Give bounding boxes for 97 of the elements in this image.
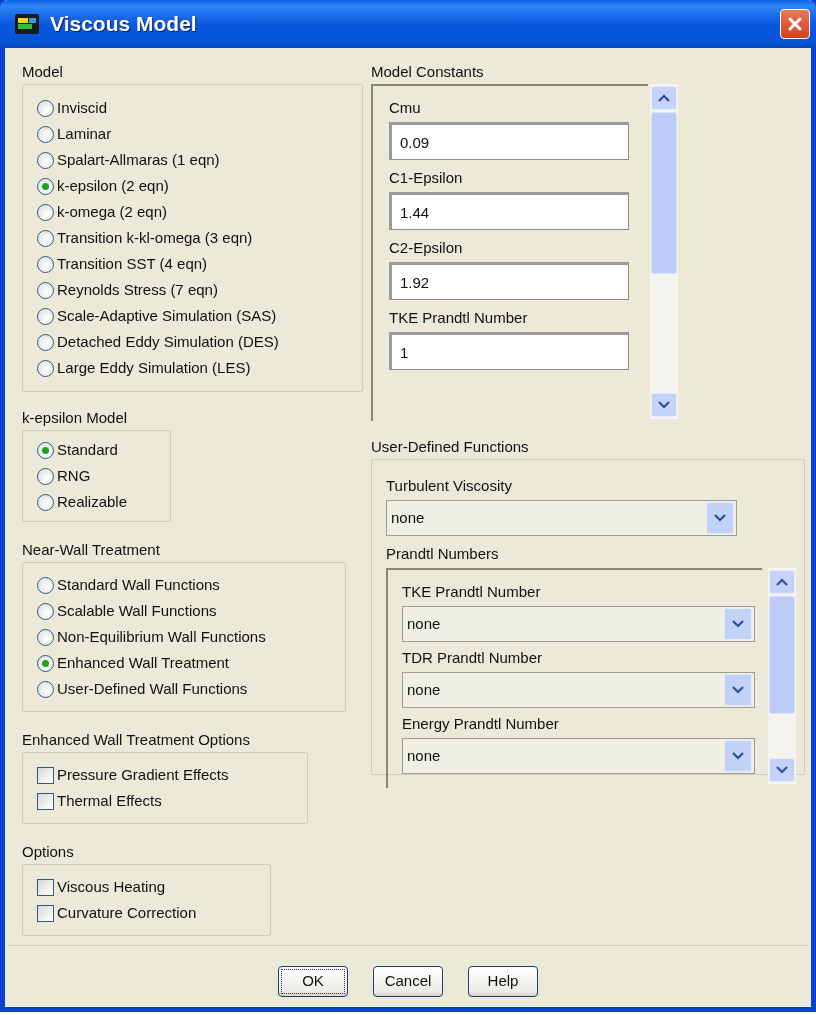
group-label: User-Defined Functions bbox=[371, 437, 530, 457]
text-field[interactable]: 1.44 bbox=[389, 192, 629, 230]
radio-button[interactable] bbox=[37, 99, 54, 117]
radio-button[interactable] bbox=[37, 177, 54, 195]
option-label: Detached Eddy Simulation (DES) bbox=[57, 331, 279, 352]
text-field[interactable]: 1.92 bbox=[389, 262, 629, 300]
option-label: Standard Wall Functions bbox=[57, 574, 220, 595]
scrollbar[interactable] bbox=[650, 84, 678, 419]
field-label: Cmu bbox=[389, 98, 422, 118]
radio-button[interactable] bbox=[37, 281, 54, 299]
group-label: Prandtl Numbers bbox=[386, 544, 500, 564]
radio-button[interactable] bbox=[37, 255, 54, 273]
checkbox[interactable] bbox=[37, 766, 54, 784]
chevron-down-icon bbox=[714, 514, 726, 522]
option-label: Pressure Gradient Effects bbox=[57, 764, 229, 785]
field-label: C2-Epsilon bbox=[389, 238, 464, 258]
radio-button[interactable] bbox=[37, 441, 54, 459]
group-label: Near-Wall Treatment bbox=[22, 540, 161, 560]
group-label: Model bbox=[22, 62, 64, 82]
option-label: k-omega (2 eqn) bbox=[57, 201, 168, 222]
radio-button[interactable] bbox=[37, 576, 54, 594]
option-label: Enhanced Wall Treatment bbox=[57, 652, 230, 673]
dropdown-button[interactable] bbox=[724, 608, 752, 640]
option-label: Curvature Correction bbox=[57, 902, 197, 923]
option-label: Transition SST (4 eqn) bbox=[57, 253, 208, 274]
radio-button[interactable] bbox=[37, 654, 54, 672]
option-label: Viscous Heating bbox=[57, 876, 166, 897]
dropdown[interactable]: none bbox=[386, 500, 737, 536]
option-label: Large Eddy Simulation (LES) bbox=[57, 357, 251, 378]
group-label: k-epsilon Model bbox=[22, 408, 129, 428]
dropdown[interactable]: none bbox=[402, 738, 755, 774]
field-label: Energy Prandtl Number bbox=[402, 714, 560, 734]
app-icon bbox=[14, 13, 40, 35]
checkbox[interactable] bbox=[37, 792, 54, 810]
chevron-down-icon bbox=[658, 401, 670, 409]
radio-button[interactable] bbox=[37, 493, 54, 511]
radio-button[interactable] bbox=[37, 359, 54, 377]
checkbox[interactable] bbox=[37, 904, 54, 922]
radio-button[interactable] bbox=[37, 229, 54, 247]
radio-button[interactable] bbox=[37, 307, 54, 325]
dialog-button[interactable]: Cancel bbox=[373, 966, 443, 997]
option-label: RNG bbox=[57, 465, 91, 486]
radio-button[interactable] bbox=[37, 628, 54, 646]
group-label: Options bbox=[22, 842, 75, 862]
field-label: TKE Prandtl Number bbox=[389, 308, 529, 328]
dropdown-button[interactable] bbox=[724, 740, 752, 772]
dropdown[interactable]: none bbox=[402, 606, 755, 642]
option-label: Non-Equilibrium Wall Functions bbox=[57, 626, 266, 647]
radio-button[interactable] bbox=[37, 602, 54, 620]
dialog-button[interactable]: Help bbox=[468, 966, 538, 997]
dialog-button[interactable]: OK bbox=[278, 966, 348, 997]
radio-button[interactable] bbox=[37, 151, 54, 169]
option-label: Scale-Adaptive Simulation (SAS) bbox=[57, 305, 277, 326]
dropdown-button[interactable] bbox=[706, 502, 734, 534]
scroll-up-button[interactable] bbox=[651, 86, 677, 110]
chevron-down-icon bbox=[732, 686, 744, 694]
chevron-down-icon bbox=[732, 752, 744, 760]
option-label: Standard bbox=[57, 439, 118, 460]
option-label: Inviscid bbox=[57, 97, 108, 118]
option-label: Transition k-kl-omega (3 eqn) bbox=[57, 227, 253, 248]
radio-button[interactable] bbox=[37, 467, 54, 485]
scrollbar[interactable] bbox=[768, 568, 796, 784]
option-label: Reynolds Stress (7 eqn) bbox=[57, 279, 218, 300]
close-button[interactable] bbox=[780, 9, 810, 39]
chevron-down-icon bbox=[776, 766, 788, 774]
close-icon bbox=[787, 16, 803, 32]
field-label: TDR Prandtl Number bbox=[402, 648, 544, 668]
field-label: C1-Epsilon bbox=[389, 168, 464, 188]
radio-button[interactable] bbox=[37, 680, 54, 698]
radio-button[interactable] bbox=[37, 203, 54, 221]
option-label: Scalable Wall Functions bbox=[57, 600, 217, 621]
group-label: Enhanced Wall Treatment Options bbox=[22, 730, 251, 750]
dropdown-button[interactable] bbox=[724, 674, 752, 706]
dropdown[interactable]: none bbox=[402, 672, 755, 708]
option-label: Spalart-Allmaras (1 eqn) bbox=[57, 149, 220, 170]
option-label: Laminar bbox=[57, 123, 112, 144]
text-field[interactable]: 1 bbox=[389, 332, 629, 370]
scroll-down-button[interactable] bbox=[651, 393, 677, 417]
option-label: k-epsilon (2 eqn) bbox=[57, 175, 169, 196]
option-label: User-Defined Wall Functions bbox=[57, 678, 248, 699]
chevron-up-icon bbox=[776, 578, 788, 586]
field-label: Turbulent Viscosity bbox=[386, 476, 513, 496]
chevron-up-icon bbox=[658, 94, 670, 102]
text-field[interactable]: 0.09 bbox=[389, 122, 629, 160]
window-title: Viscous Model bbox=[50, 11, 197, 38]
chevron-down-icon bbox=[732, 620, 744, 628]
group-label: Model Constants bbox=[371, 62, 485, 82]
radio-button[interactable] bbox=[37, 333, 54, 351]
scroll-up-button[interactable] bbox=[769, 570, 795, 594]
scrollbar-thumb[interactable] bbox=[769, 596, 795, 714]
scroll-down-button[interactable] bbox=[769, 758, 795, 782]
radio-button[interactable] bbox=[37, 125, 54, 143]
option-label: Realizable bbox=[57, 491, 128, 512]
field-label: TKE Prandtl Number bbox=[402, 582, 542, 602]
checkbox[interactable] bbox=[37, 878, 54, 896]
scrollbar-thumb[interactable] bbox=[651, 112, 677, 274]
option-label: Thermal Effects bbox=[57, 790, 162, 811]
